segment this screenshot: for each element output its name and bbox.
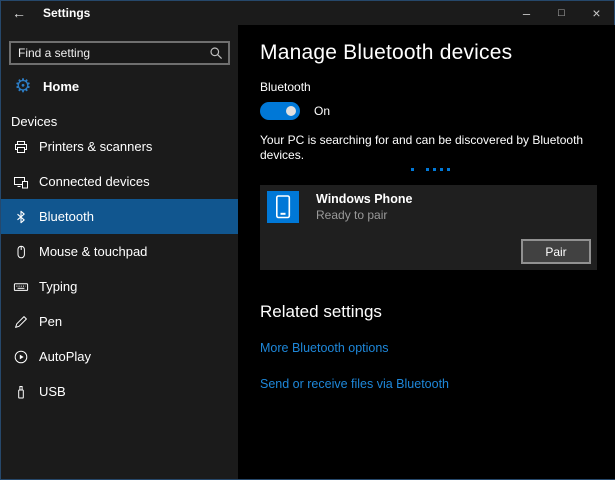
sidebar-item-label: AutoPlay [39, 349, 91, 364]
sidebar-item-label: Home [43, 79, 79, 94]
sidebar-item-label: Connected devices [39, 174, 150, 189]
sidebar-section-devices: Devices [1, 99, 238, 129]
sidebar-nav: Printers & scanners Connected devices [1, 129, 238, 409]
sidebar-item-typing[interactable]: Typing [1, 269, 238, 304]
sidebar-item-home[interactable]: ⚙ Home [1, 73, 238, 99]
device-status: Ready to pair [316, 208, 412, 222]
gear-icon: ⚙ [13, 77, 33, 96]
maximize-button[interactable]: □ [544, 1, 579, 25]
sidebar-item-label: Typing [39, 279, 77, 294]
sidebar-item-label: USB [39, 384, 66, 399]
keyboard-icon [12, 279, 30, 295]
sidebar-item-mouse-touchpad[interactable]: Mouse & touchpad [1, 234, 238, 269]
printer-icon [12, 139, 30, 155]
progress-dots [260, 168, 600, 171]
search-status-text: Your PC is searching for and can be disc… [260, 133, 600, 163]
bluetooth-toggle[interactable] [260, 102, 300, 120]
search-icon[interactable] [204, 46, 228, 60]
back-button[interactable]: ← [1, 1, 37, 25]
window-controls: – □ × [509, 1, 614, 25]
device-name: Windows Phone [316, 192, 412, 206]
mouse-icon [12, 244, 30, 260]
link-more-bluetooth-options[interactable]: More Bluetooth options [260, 341, 600, 355]
search-input[interactable] [11, 46, 204, 60]
sidebar-item-printers-scanners[interactable]: Printers & scanners [1, 129, 238, 164]
sidebar-item-bluetooth[interactable]: Bluetooth [1, 199, 238, 234]
device-info: Windows Phone Ready to pair [316, 192, 412, 222]
sidebar-item-connected-devices[interactable]: Connected devices [1, 164, 238, 199]
window-title: Settings [43, 6, 90, 20]
sidebar-item-label: Bluetooth [39, 209, 94, 224]
sidebar-item-label: Pen [39, 314, 62, 329]
page-title: Manage Bluetooth devices [260, 41, 600, 65]
minimize-button[interactable]: – [509, 1, 544, 25]
pen-icon [12, 314, 30, 330]
bluetooth-toggle-row: On [260, 102, 600, 120]
pair-button[interactable]: Pair [521, 239, 591, 264]
settings-window: ← Settings – □ × ⚙ Home Dev [0, 0, 615, 480]
bluetooth-toggle-label: Bluetooth [260, 80, 600, 94]
device-card[interactable]: Windows Phone Ready to pair Pair [260, 185, 597, 270]
close-button[interactable]: × [579, 1, 614, 25]
settings-sidebar: ⚙ Home Devices Printers & scanners [1, 25, 238, 479]
sidebar-item-pen[interactable]: Pen [1, 304, 238, 339]
usb-icon [12, 384, 30, 400]
sidebar-item-autoplay[interactable]: AutoPlay [1, 339, 238, 374]
bluetooth-settings-page: Manage Bluetooth devices Bluetooth On Yo… [238, 25, 615, 479]
toggle-knob [286, 106, 296, 116]
sidebar-item-usb[interactable]: USB [1, 374, 238, 409]
monitor-icon [12, 174, 30, 190]
bluetooth-icon [12, 209, 30, 225]
sidebar-item-label: Mouse & touchpad [39, 244, 147, 259]
phone-icon [267, 191, 299, 223]
autoplay-icon [12, 349, 30, 365]
titlebar: ← Settings – □ × [1, 1, 614, 25]
sidebar-item-label: Printers & scanners [39, 139, 152, 154]
related-settings-title: Related settings [260, 302, 600, 322]
search-box [9, 41, 230, 65]
toggle-state-label: On [314, 104, 330, 118]
link-send-receive-files-bluetooth[interactable]: Send or receive files via Bluetooth [260, 377, 600, 391]
